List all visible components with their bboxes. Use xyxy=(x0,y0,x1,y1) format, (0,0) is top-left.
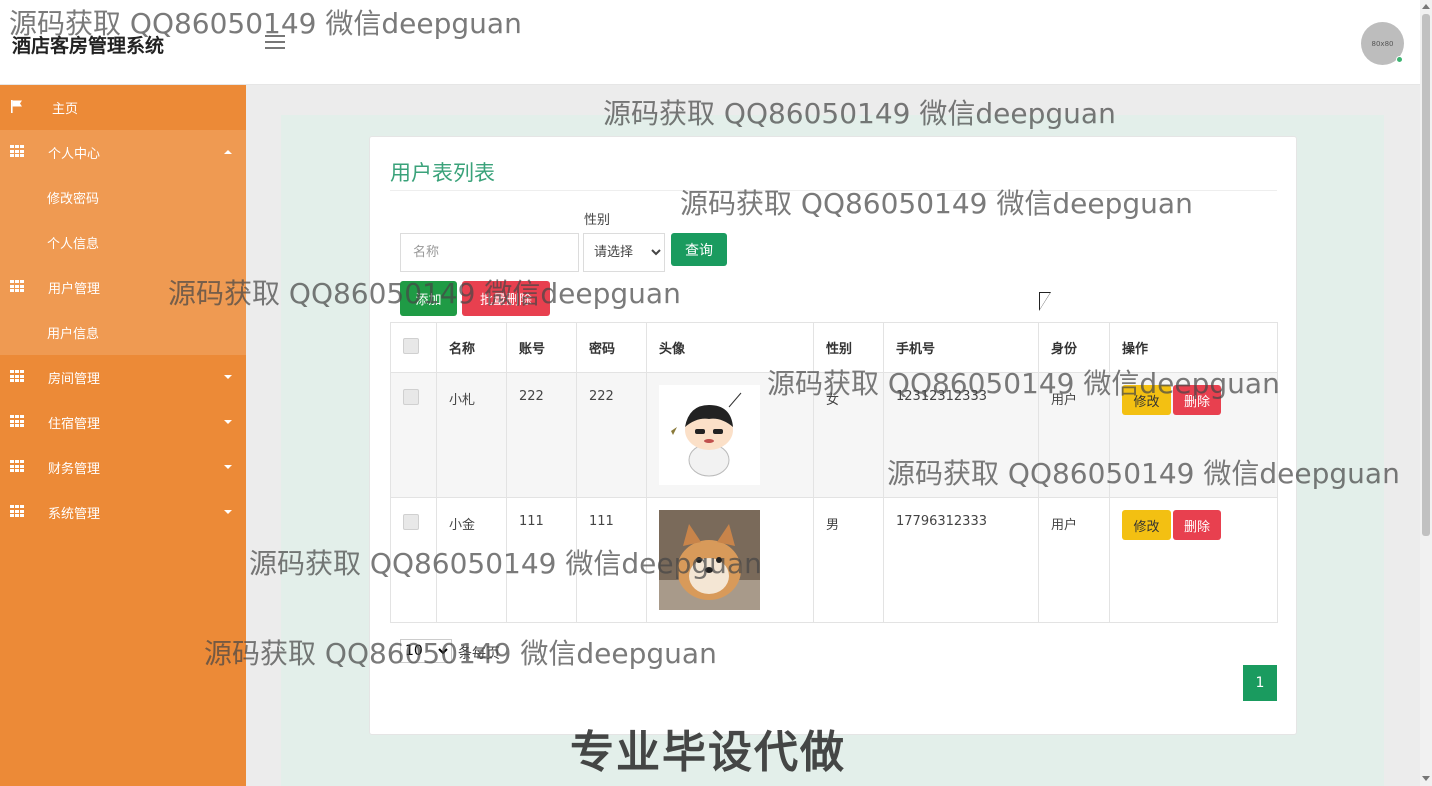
mouse-cursor-fill xyxy=(1040,293,1050,309)
add-button[interactable]: 添加 xyxy=(400,281,457,316)
title-divider xyxy=(390,190,1277,191)
cell-avatar xyxy=(646,497,814,623)
sidebar-item-label: 房间管理 xyxy=(48,372,101,387)
sidebar-subitem-personal-info[interactable]: 个人信息 xyxy=(0,220,246,265)
sidebar-item-system-management[interactable]: 系统管理 xyxy=(0,490,246,535)
delete-button[interactable]: 删除 xyxy=(1173,510,1221,540)
column-header: 账号 xyxy=(506,322,577,373)
user-list-card: 用户表列表 性别 请选择 查询 添加 批量删除 名称 账号 密码 头像 性别 手… xyxy=(369,136,1297,735)
page-size-select[interactable]: 10 xyxy=(400,639,452,663)
column-header: 名称 xyxy=(436,322,507,373)
page-title: 用户表列表 xyxy=(390,161,495,185)
gender-select[interactable]: 请选择 xyxy=(583,233,665,272)
sidebar-subitem-change-password[interactable]: 修改密码 xyxy=(0,175,246,220)
sidebar-item-stay-management[interactable]: 住宿管理 xyxy=(0,400,246,445)
column-header: 性别 xyxy=(813,322,884,373)
grid-icon xyxy=(10,370,24,383)
grid-icon xyxy=(10,415,24,428)
column-header: 身份 xyxy=(1038,322,1110,373)
chevron-down-icon xyxy=(224,510,232,514)
cell-actions: 修改 删除 xyxy=(1109,497,1278,623)
avatar-image-shiba-dog xyxy=(659,510,760,610)
row-checkbox[interactable] xyxy=(403,389,419,405)
cell-phone: 12312312333 xyxy=(883,372,1039,498)
cell-gender: 女 xyxy=(813,372,884,498)
top-header: 酒店客房管理系统 80x80 xyxy=(0,0,1420,85)
gender-filter-label: 性别 xyxy=(584,213,611,228)
sidebar-item-label: 个人中心 xyxy=(48,147,101,162)
cell-account: 111 xyxy=(506,497,577,623)
flag-icon xyxy=(11,100,22,113)
sidebar-item-user-management[interactable]: 用户管理 xyxy=(0,265,246,310)
name-search-input[interactable] xyxy=(400,233,579,272)
table-row: 小札 222 222 女 12312312333 用户 修改 删除 xyxy=(390,372,1278,498)
avatar-placeholder-text: 80x80 xyxy=(1371,39,1394,48)
chevron-down-icon xyxy=(224,420,232,424)
cell-gender: 男 xyxy=(813,497,884,623)
chevron-down-icon xyxy=(224,465,232,469)
sidebar-subitem-user-info[interactable]: 用户信息 xyxy=(0,310,246,355)
select-all-cell xyxy=(390,322,437,373)
app-title: 酒店客房管理系统 xyxy=(12,35,165,57)
column-header: 手机号 xyxy=(883,322,1039,373)
scroll-down-arrow-icon[interactable] xyxy=(1422,776,1430,781)
sidebar-item-label: 财务管理 xyxy=(48,462,101,477)
watermark-banner: 专业毕设代做 xyxy=(570,727,846,778)
sidebar-item-finance-management[interactable]: 财务管理 xyxy=(0,445,246,490)
cell-avatar xyxy=(646,372,814,498)
hamburger-menu-icon[interactable] xyxy=(265,35,285,51)
column-header: 操作 xyxy=(1109,322,1278,373)
row-checkbox[interactable] xyxy=(403,514,419,530)
query-button[interactable]: 查询 xyxy=(671,233,727,266)
avatar-image-cartoon-boy xyxy=(659,385,760,485)
table-header-row: 名称 账号 密码 头像 性别 手机号 身份 操作 xyxy=(390,322,1278,373)
row-select-cell xyxy=(390,372,437,498)
chevron-up-icon xyxy=(224,150,232,154)
edit-button[interactable]: 修改 xyxy=(1122,385,1171,415)
cell-name: 小札 xyxy=(436,372,507,498)
sidebar-item-label: 用户管理 xyxy=(48,282,101,297)
user-table: 名称 账号 密码 头像 性别 手机号 身份 操作 小札 222 222 女 12… xyxy=(390,322,1278,623)
grid-icon xyxy=(10,145,24,158)
cell-role: 用户 xyxy=(1038,372,1110,498)
online-status-dot xyxy=(1396,56,1403,63)
sidebar-item-label: 主页 xyxy=(52,102,79,117)
pagination-page-1[interactable]: 1 xyxy=(1243,665,1277,701)
edit-button[interactable]: 修改 xyxy=(1122,510,1171,540)
select-all-checkbox[interactable] xyxy=(403,337,419,354)
sidebar-item-label: 住宿管理 xyxy=(48,417,101,432)
grid-icon xyxy=(10,505,24,518)
sidebar: 主页 个人中心 修改密码 个人信息 用户管理 用户信息 房间管理 住宿管理 财务… xyxy=(0,85,246,786)
column-header: 密码 xyxy=(576,322,647,373)
grid-icon xyxy=(10,460,24,473)
cell-name: 小金 xyxy=(436,497,507,623)
sidebar-item-room-management[interactable]: 房间管理 xyxy=(0,355,246,400)
cell-account: 222 xyxy=(506,372,577,498)
sidebar-item-home[interactable]: 主页 xyxy=(0,85,246,130)
cell-role: 用户 xyxy=(1038,497,1110,623)
grid-icon xyxy=(10,280,24,293)
delete-button[interactable]: 删除 xyxy=(1173,385,1221,415)
bulk-delete-button[interactable]: 批量删除 xyxy=(462,281,550,316)
chevron-down-icon xyxy=(224,375,232,379)
cell-password: 222 xyxy=(576,372,647,498)
scroll-up-arrow-icon[interactable] xyxy=(1422,4,1430,9)
page-size-label: 条每页 xyxy=(458,646,500,662)
scrollbar-thumb[interactable] xyxy=(1422,14,1430,536)
table-row: 小金 111 111 男 17796312333 用户 修改 删除 xyxy=(390,497,1278,623)
cell-phone: 17796312333 xyxy=(883,497,1039,623)
cell-actions: 修改 删除 xyxy=(1109,372,1278,498)
row-select-cell xyxy=(390,497,437,623)
sidebar-item-label: 系统管理 xyxy=(48,507,101,522)
column-header: 头像 xyxy=(646,322,814,373)
cell-password: 111 xyxy=(576,497,647,623)
sidebar-item-personal-center[interactable]: 个人中心 xyxy=(0,130,246,175)
